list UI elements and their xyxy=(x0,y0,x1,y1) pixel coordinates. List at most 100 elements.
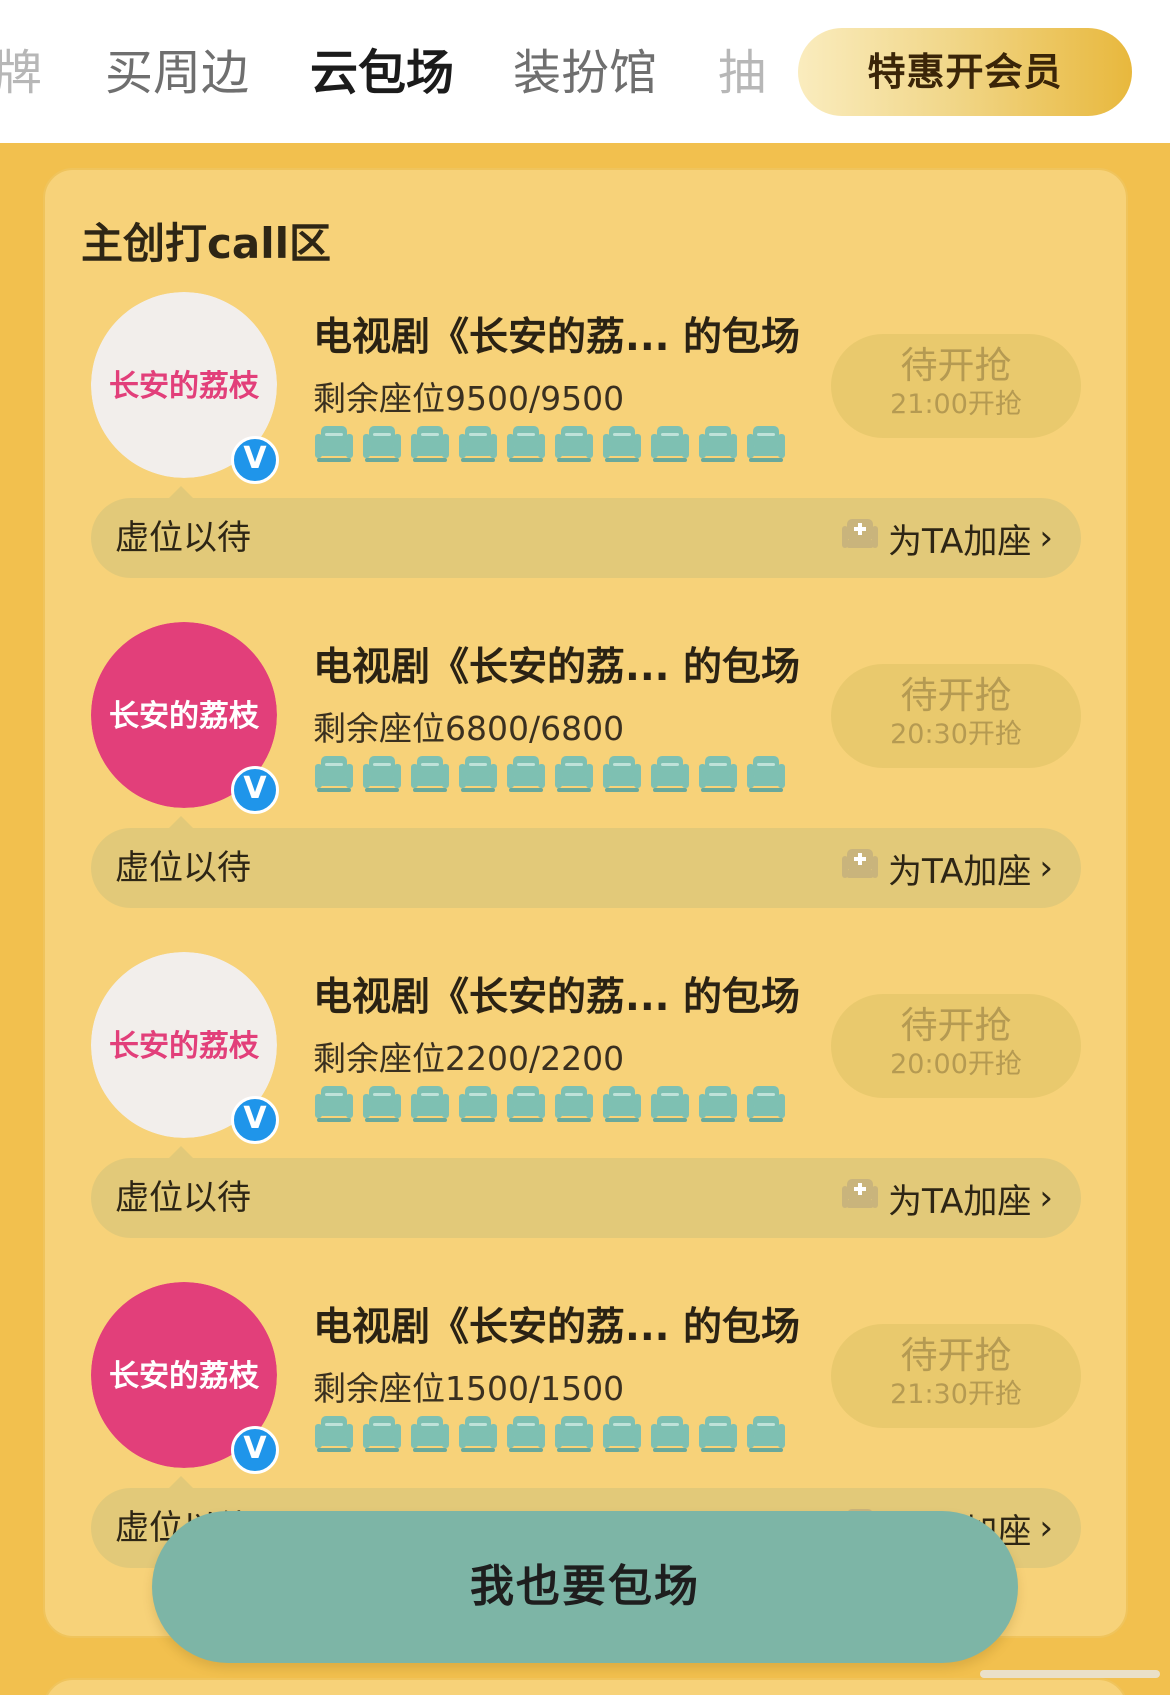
seat-row xyxy=(313,1084,787,1126)
top-tab-bar: 牌 买周边 云包场 装扮馆 抽 特惠开会员 xyxy=(0,0,1170,143)
seat-icon xyxy=(313,424,355,464)
seat-icon xyxy=(505,424,547,464)
screening-title: 电视剧《长安的荔... 的包场 xyxy=(313,1305,801,1350)
grab-time: 20:30开抢 xyxy=(890,719,1022,750)
seat-icon xyxy=(361,424,403,464)
grab-status: 待开抢 xyxy=(900,674,1012,717)
seat-icon xyxy=(553,424,595,464)
chevron-right-icon: › xyxy=(1039,518,1053,558)
verified-icon: V xyxy=(231,1096,279,1144)
seat-icon xyxy=(361,1414,403,1454)
message-bar: 虚位以待 为TA加座› xyxy=(91,486,1081,578)
screening-title: 电视剧《长安的荔... 的包场 xyxy=(313,645,801,690)
seat-icon xyxy=(697,1084,739,1124)
avatar-logo-text: 长安的荔枝 xyxy=(109,369,260,404)
seat-row xyxy=(313,424,787,466)
seat-icon xyxy=(601,1414,643,1454)
seat-icon xyxy=(457,1084,499,1124)
add-seat-icon xyxy=(840,846,880,890)
seat-icon xyxy=(745,1414,787,1454)
chevron-right-icon: › xyxy=(1039,848,1053,888)
chevron-right-icon: › xyxy=(1039,1508,1053,1548)
seat-icon xyxy=(649,1084,691,1124)
seat-icon xyxy=(361,1084,403,1124)
home-indicator xyxy=(980,1670,1160,1678)
screening-title: 电视剧《长安的荔... 的包场 xyxy=(313,975,801,1020)
seat-row xyxy=(313,1414,787,1456)
remaining-seats: 剩余座位2200/2200 xyxy=(313,1039,625,1078)
seat-icon xyxy=(313,754,355,794)
seat-icon xyxy=(313,1414,355,1454)
screening-card[interactable]: 长安的荔枝 V 电视剧《长安的荔... 的包场 剩余座位6800/6800 待开抢 20:… xyxy=(45,622,1130,922)
seat-icon xyxy=(505,754,547,794)
tab-dressup[interactable]: 装扮馆 xyxy=(513,36,657,110)
add-seat-button[interactable]: 为TA加座› xyxy=(840,498,1053,578)
grab-time: 21:00开抢 xyxy=(890,389,1022,420)
add-seat-label: 为TA加座 xyxy=(888,851,1032,892)
grab-status: 待开抢 xyxy=(900,1334,1012,1377)
message-bar: 虚位以待 为TA加座› xyxy=(91,1146,1081,1238)
seat-icon xyxy=(457,754,499,794)
screening-card[interactable]: 长安的荔枝 V 电视剧《长安的荔... 的包场剩余座位9500/9500 待开抢 21:… xyxy=(45,292,1130,592)
message-text: 虚位以待 xyxy=(115,1178,251,1218)
seat-icon xyxy=(649,754,691,794)
pending-grab-button[interactable]: 待开抢 20:30开抢 xyxy=(831,664,1081,768)
seat-icon xyxy=(409,754,451,794)
tab-cloud-screening[interactable]: 云包场 xyxy=(310,36,454,110)
pending-grab-button[interactable]: 待开抢 21:00开抢 xyxy=(831,334,1081,438)
seat-icon xyxy=(601,1084,643,1124)
seat-icon xyxy=(697,754,739,794)
seat-icon xyxy=(553,1084,595,1124)
seat-icon xyxy=(553,754,595,794)
tab-merch[interactable]: 买周边 xyxy=(105,36,249,110)
seat-icon xyxy=(697,424,739,464)
remaining-seats: 剩余座位9500/9500 xyxy=(313,379,625,418)
seat-icon xyxy=(745,1084,787,1124)
seat-icon xyxy=(457,424,499,464)
screening-title: 电视剧《长安的荔... 的包场 xyxy=(313,315,801,360)
remaining-seats: 剩余座位6800/6800 xyxy=(313,709,625,748)
add-seat-label: 为TA加座 xyxy=(888,521,1032,562)
add-seat-button[interactable]: 为TA加座› xyxy=(840,828,1053,908)
seat-icon xyxy=(553,1414,595,1454)
verified-icon: V xyxy=(231,766,279,814)
section-title: 主创打call区 xyxy=(81,219,332,268)
seat-icon xyxy=(313,1084,355,1124)
seat-icon xyxy=(601,754,643,794)
message-text: 虚位以待 xyxy=(115,518,251,558)
message-text: 虚位以待 xyxy=(115,848,251,888)
tab-lottery-partial[interactable]: 抽 xyxy=(718,36,766,110)
seat-icon xyxy=(505,1414,547,1454)
verified-icon: V xyxy=(231,1426,279,1474)
pending-grab-button[interactable]: 待开抢 21:30开抢 xyxy=(831,1324,1081,1428)
seat-icon xyxy=(649,1414,691,1454)
add-seat-icon xyxy=(840,1176,880,1220)
seat-icon xyxy=(457,1414,499,1454)
vip-button[interactable]: 特惠开会员 xyxy=(798,28,1132,116)
seat-icon xyxy=(649,424,691,464)
verified-icon: V xyxy=(231,436,279,484)
create-screening-button[interactable]: 我也要包场 xyxy=(152,1511,1018,1663)
seat-icon xyxy=(601,424,643,464)
add-seat-icon xyxy=(840,516,880,560)
seat-row xyxy=(313,754,787,796)
seat-icon xyxy=(697,1414,739,1454)
add-seat-label: 为TA加座 xyxy=(888,1181,1032,1222)
seat-icon xyxy=(745,424,787,464)
add-seat-button[interactable]: 为TA加座› xyxy=(840,1158,1053,1238)
seat-icon xyxy=(361,754,403,794)
chevron-right-icon: › xyxy=(1039,1178,1053,1218)
grab-status: 待开抢 xyxy=(900,344,1012,387)
grab-status: 待开抢 xyxy=(900,1004,1012,1047)
grab-time: 21:30开抢 xyxy=(890,1379,1022,1410)
tab-brand-partial[interactable]: 牌 xyxy=(0,36,42,110)
avatar-logo-text: 长安的荔枝 xyxy=(109,1359,260,1394)
creator-call-panel: 主创打call区 长安的荔枝 V 电视剧《长安的荔... 的包场 剩余座位9500/9… xyxy=(43,168,1128,1638)
seat-icon xyxy=(505,1084,547,1124)
avatar-logo-text: 长安的荔枝 xyxy=(109,1029,260,1064)
screening-card[interactable]: 长安的荔枝 V 电视剧《长安的荔... 的包场剩余座位2200/2200 待开抢 20:… xyxy=(45,952,1130,1252)
grab-time: 20:00开抢 xyxy=(890,1049,1022,1080)
pending-grab-button[interactable]: 待开抢 20:00开抢 xyxy=(831,994,1081,1098)
seat-icon xyxy=(409,424,451,464)
seat-icon xyxy=(745,754,787,794)
